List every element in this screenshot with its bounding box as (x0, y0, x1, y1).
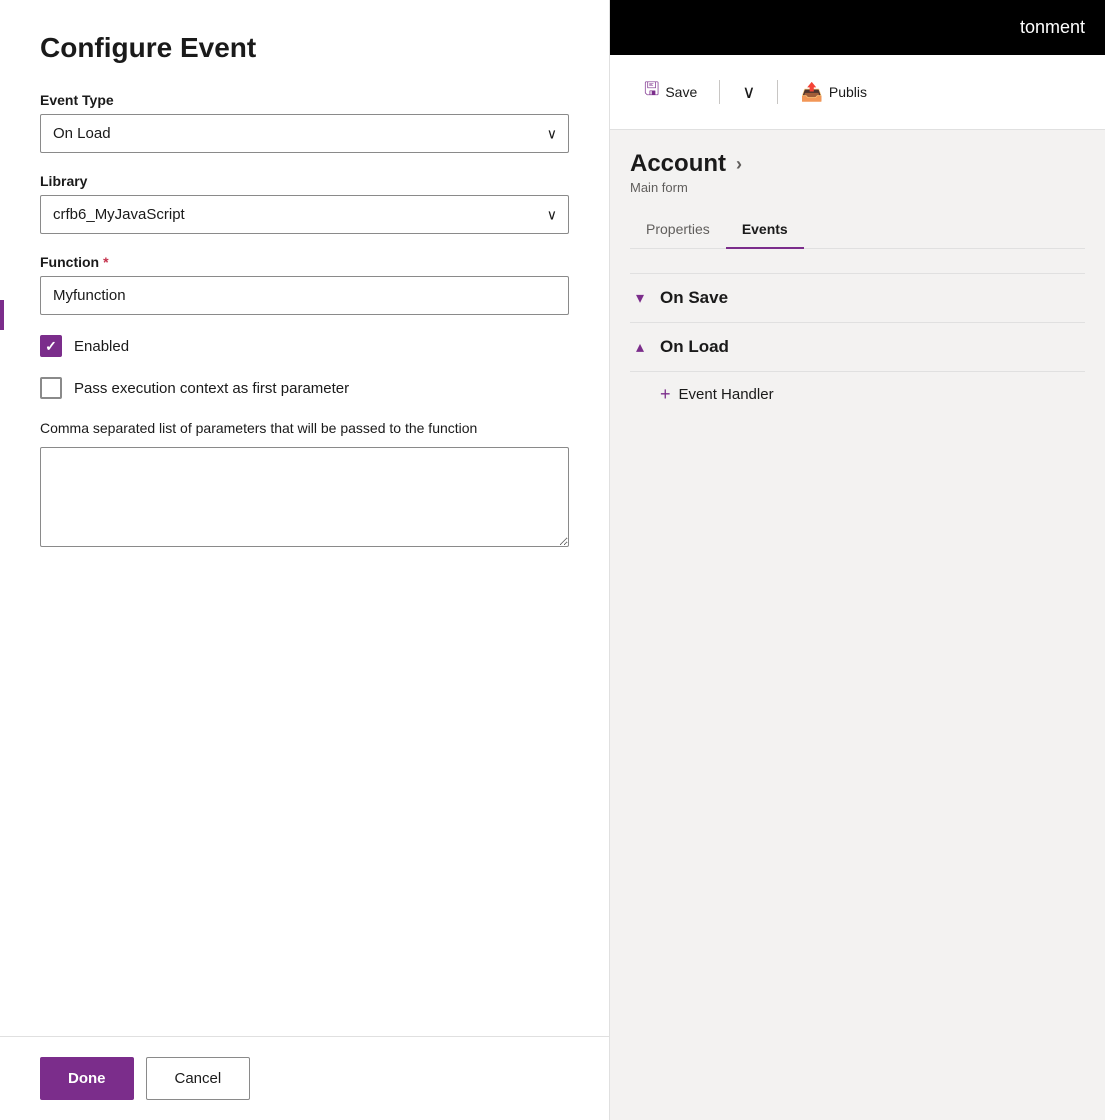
library-label: Library (40, 173, 569, 189)
library-select-wrapper: crfb6_MyJavaScript ∨ (40, 195, 569, 234)
params-group: Comma separated list of parameters that … (40, 419, 569, 552)
save-label: Save (665, 84, 697, 100)
add-event-handler-row[interactable]: + Event Handler (630, 372, 1085, 417)
event-type-label: Event Type (40, 92, 569, 108)
dialog-title: Configure Event (40, 32, 569, 64)
dialog-footer: Done Cancel (0, 1036, 609, 1120)
library-select[interactable]: crfb6_MyJavaScript (40, 195, 569, 234)
function-group: Function* (40, 254, 569, 315)
publish-button[interactable]: 📤 Publis (786, 74, 881, 111)
params-label: Comma separated list of parameters that … (40, 419, 569, 439)
on-load-chevron-icon: ▴ (630, 337, 650, 357)
save-icon: 🖫 (644, 77, 659, 107)
account-title-row: Account › (630, 150, 1085, 178)
add-handler-label: Event Handler (679, 386, 774, 403)
toolbar-divider (719, 80, 720, 104)
required-indicator: * (103, 254, 108, 270)
account-header: Account › Main form (630, 150, 1085, 195)
publish-icon: 📤 (800, 82, 822, 103)
pass-context-label: Pass execution context as first paramete… (74, 380, 349, 397)
toolbar: 🖫 Save ∨ 📤 Publis (610, 55, 1105, 130)
enabled-label: Enabled (74, 338, 129, 355)
right-panel: tonment 🖫 Save ∨ 📤 Publis Account › Main… (610, 0, 1105, 1120)
on-load-label: On Load (660, 337, 729, 357)
top-bar: tonment (610, 0, 1105, 55)
dropdown-chevron-icon: ∨ (742, 82, 755, 103)
done-button[interactable]: Done (40, 1057, 134, 1100)
enabled-checkbox[interactable] (40, 335, 62, 357)
tab-properties[interactable]: Properties (630, 211, 726, 249)
tabs-row: Properties Events (630, 211, 1085, 249)
tab-events[interactable]: Events (726, 211, 804, 249)
on-save-label: On Save (660, 288, 728, 308)
pass-context-checkbox[interactable] (40, 377, 62, 399)
event-type-select-wrapper: On Load On Save On Change ∨ (40, 114, 569, 153)
library-group: Library crfb6_MyJavaScript ∨ (40, 173, 569, 234)
on-load-row[interactable]: ▴ On Load (630, 323, 1085, 372)
configure-event-dialog: Configure Event Event Type On Load On Sa… (0, 0, 610, 1120)
function-label: Function* (40, 254, 569, 270)
event-type-group: Event Type On Load On Save On Change ∨ (40, 92, 569, 153)
function-input[interactable] (40, 276, 569, 315)
on-save-row[interactable]: ▾ On Save (630, 273, 1085, 323)
account-title-text: Account (630, 150, 726, 178)
right-content: Account › Main form Properties Events ▾ … (610, 130, 1105, 437)
save-button[interactable]: 🖫 Save (630, 69, 711, 115)
params-textarea[interactable] (40, 447, 569, 547)
pass-context-group: Pass execution context as first paramete… (40, 377, 569, 399)
add-icon: + (660, 384, 671, 405)
topbar-title: tonment (1020, 17, 1085, 38)
account-subtitle: Main form (630, 180, 1085, 195)
events-section: ▾ On Save ▴ On Load + Event Handler (630, 273, 1085, 417)
toolbar-divider-2 (777, 80, 778, 104)
on-save-chevron-icon: ▾ (630, 288, 650, 308)
cancel-button[interactable]: Cancel (146, 1057, 251, 1100)
publish-label: Publis (829, 84, 867, 100)
enabled-group: Enabled (40, 335, 569, 357)
account-chevron-icon[interactable]: › (736, 154, 742, 175)
event-type-select[interactable]: On Load On Save On Change (40, 114, 569, 153)
edge-indicator (0, 300, 4, 330)
dropdown-button[interactable]: ∨ (728, 74, 769, 111)
